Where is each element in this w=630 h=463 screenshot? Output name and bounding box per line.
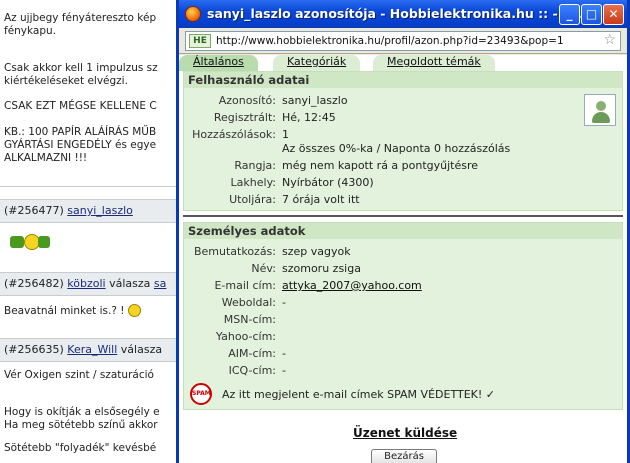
value-posts: 1 <box>282 128 289 141</box>
email-link[interactable]: attyka_2007@yahoo.com <box>282 279 422 292</box>
bg-post-header-3: (#256635) Kera_Will válasza <box>0 338 200 362</box>
bg-post-author-link[interactable]: köbzoli <box>67 277 105 290</box>
bg-text-block-3: CSAK EZT MÉGSE KELLENE C <box>4 100 157 112</box>
value-icq: - <box>282 364 286 377</box>
maximize-button[interactable]: □ <box>581 4 602 25</box>
tab-bar: Általános Kategóriák Megoldott témák <box>179 55 627 71</box>
label-name: Név: <box>251 262 276 275</box>
value-website: - <box>282 296 286 309</box>
close-popup-button[interactable]: Bezárás <box>371 449 437 463</box>
label-username: Azonosító: <box>218 94 276 107</box>
label-intro: Bemutatkozás: <box>193 245 276 258</box>
tab-solved-topics[interactable]: Megoldott témák <box>373 55 495 71</box>
no-spam-icon: SPAM <box>190 383 212 405</box>
firefox-icon <box>185 6 201 22</box>
bg-text-block-2: Csak akkor kell 1 impulzus sz kiértékelé… <box>4 62 158 87</box>
bg-text-block-1: Az ujjbegy fényátereszto kép fénykapu. <box>4 12 157 37</box>
address-bar: HE http://www.hobbielektronika.hu/profil… <box>179 28 627 54</box>
close-button[interactable]: ✕ <box>603 4 624 25</box>
value-location: Nyírbátor (4300) <box>282 176 374 189</box>
minimize-button[interactable]: _ <box>559 4 580 25</box>
avatar-head-icon <box>596 101 606 111</box>
title-bar[interactable]: sanyi_laszlo azonosítója - Hobbielektron… <box>179 0 627 28</box>
label-posts: Hozzászólások: <box>192 128 276 141</box>
thumbs-up-icon <box>38 236 50 248</box>
site-identity-icon[interactable]: HE <box>189 34 211 48</box>
smiley-icons <box>10 234 50 250</box>
avatar-body-icon <box>592 112 610 123</box>
send-message-link[interactable]: Üzenet küldése <box>353 426 457 440</box>
label-registered: Regisztrált: <box>213 111 276 124</box>
user-data-section: Felhasználó adatai Azonosító: sanyi_laszl… <box>183 71 623 211</box>
bg-text-block-6: Sötétebb "folyadék" kevésbé <box>4 442 157 454</box>
label-msn: MSN-cím: <box>223 313 276 326</box>
bg-text-block-4: KB.: 100 PAPÍR ALÁÍRÁS MŰB GYÁRTÁSI ENGE… <box>4 126 157 164</box>
bg-post-author-link[interactable]: Kera_Will <box>67 343 117 356</box>
bg-text-block-5: Hogy is okítják a elsősegély e Ha meg sö… <box>4 406 160 431</box>
tab-general[interactable]: Általános <box>179 55 258 71</box>
thumbs-up-icon <box>10 236 24 248</box>
personal-data-heading: Személyes adatok <box>184 223 622 239</box>
url-field[interactable]: HE http://www.hobbielektronika.hu/profil… <box>185 31 621 51</box>
personal-data-section: Személyes adatok Bemutatkozás: szep vagyo… <box>183 222 623 410</box>
bg-post-author-link[interactable]: sanyi_laszlo <box>67 204 133 217</box>
value-aim: - <box>282 347 286 360</box>
tab-categories[interactable]: Kategóriák <box>273 55 361 71</box>
value-username: sanyi_laszlo <box>282 94 348 107</box>
profile-popup-window: sanyi_laszlo azonosítója - Hobbielektron… <box>176 0 630 463</box>
value-rank: még nem kapott rá a pontgyűjtésre <box>282 159 479 172</box>
value-posts-stats: Az összes 0%-ka / Naponta 0 hozzászólás <box>282 142 511 155</box>
label-email: E-mail cím: <box>214 279 276 292</box>
label-rank: Rangja: <box>234 159 276 172</box>
user-data-heading: Felhasználó adatai <box>184 72 622 88</box>
user-avatar[interactable] <box>584 94 616 126</box>
bg-post-header-1: (#256477) sanyi_laszlo <box>0 199 200 223</box>
label-yahoo: Yahoo-cím: <box>215 330 276 343</box>
profile-content: Általános Kategóriák Megoldott témák Fel… <box>179 55 627 463</box>
label-website: Weboldal: <box>221 296 276 309</box>
bg-separator <box>0 186 200 187</box>
bg-post-text-2: Beavatnál minket is.? ! <box>4 304 141 318</box>
smiley-icon <box>127 304 141 317</box>
value-name: szomoru zsiga <box>282 262 361 275</box>
section-divider <box>183 215 623 217</box>
value-intro: szep vagyok <box>282 245 351 258</box>
value-last-seen: 7 órája volt itt <box>282 193 360 206</box>
label-aim: AIM-cím: <box>228 347 276 360</box>
spam-notice: Az itt megjelent e-mail címek SPAM VÉDET… <box>222 388 495 401</box>
value-registered: Hé, 12:45 <box>282 111 336 124</box>
label-last-seen: Utoljára: <box>229 193 276 206</box>
label-location: Lakhely: <box>230 176 276 189</box>
url-text[interactable]: http://www.hobbielektronika.hu/profil/az… <box>216 35 564 47</box>
label-icq: ICQ-cím: <box>228 364 276 377</box>
bg-post-text-3: Vér Oxigen szint / szaturáció <box>4 369 154 381</box>
window-title: sanyi_laszlo azonosítója - Hobbielektron… <box>207 6 589 21</box>
bookmark-star-icon[interactable]: ☆ <box>603 32 616 48</box>
bg-post-header-2: (#256482) köbzoli válasza sa <box>0 272 200 296</box>
